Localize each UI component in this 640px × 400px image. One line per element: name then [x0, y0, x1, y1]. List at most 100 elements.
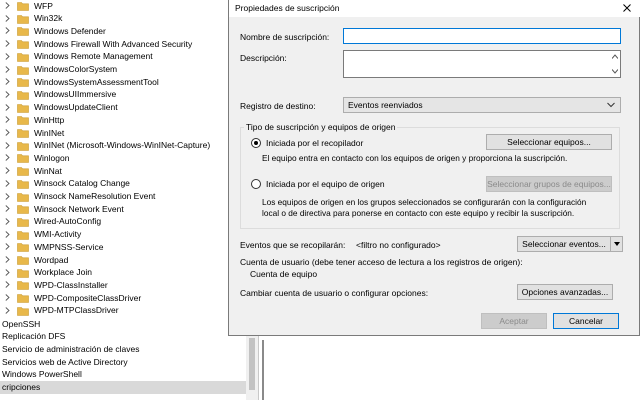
tree-item-label: Windows Defender: [34, 25, 106, 36]
folder-icon: [17, 280, 29, 291]
chevron-right-icon[interactable]: [3, 268, 11, 276]
tree-item[interactable]: Servicios web de Active Directory: [0, 355, 248, 368]
chevron-right-icon[interactable]: [3, 294, 11, 301]
chevron-right-icon[interactable]: [3, 256, 11, 263]
tree-item[interactable]: Windows Defender: [0, 24, 248, 37]
source-initiated-radio[interactable]: [251, 179, 261, 189]
tree-item-label: WinHttp: [34, 114, 65, 125]
chevron-right-icon[interactable]: [3, 306, 11, 314]
tree-item[interactable]: WPD-ClassInstaller: [0, 278, 248, 291]
tree-item[interactable]: Servicio de administración de claves: [0, 342, 248, 355]
tree-item[interactable]: Winsock NameResolution Event: [0, 190, 248, 203]
caret-down-icon: [613, 242, 620, 246]
tree-item-label: WPD-ClassInstaller: [34, 279, 108, 290]
folder-icon: [17, 65, 29, 75]
close-button[interactable]: [617, 1, 637, 15]
tree-item[interactable]: WindowsColorSystem: [0, 63, 248, 76]
advanced-options-button[interactable]: Opciones avanzadas...: [517, 284, 613, 300]
tree-item[interactable]: WinINet (Microsoft-Windows-WinINet-Captu…: [0, 139, 248, 152]
chevron-right-icon[interactable]: [3, 27, 11, 35]
chevron-right-icon[interactable]: [3, 52, 11, 60]
tree-scrollbar-thumb[interactable]: [249, 338, 255, 390]
cancel-button[interactable]: Cancelar: [553, 313, 619, 329]
tree-item[interactable]: WFP: [0, 0, 248, 12]
folder-icon: [17, 115, 29, 126]
tree-item[interactable]: Workplace Join: [0, 266, 248, 279]
tree-item[interactable]: Winlogon: [0, 151, 248, 164]
tree-item[interactable]: Windows Remote Management: [0, 50, 248, 63]
chevron-right-icon[interactable]: [3, 205, 11, 213]
subscription-name-input[interactable]: [344, 29, 620, 43]
tree-item[interactable]: Wired-AutoConfig: [0, 215, 248, 228]
tree-item[interactable]: WindowsUIImmersive: [0, 88, 248, 101]
tree-item-label: WFP: [34, 0, 53, 11]
chevron-right-icon[interactable]: [3, 281, 11, 289]
select-events-button[interactable]: Seleccionar eventos...: [517, 236, 611, 252]
source-initiated-description-line1: Los equipos de origen en los grupos sele…: [262, 197, 587, 207]
chevron-right-icon[interactable]: [3, 116, 11, 124]
tree-item-label: Wordpad: [34, 254, 69, 265]
destination-log-select[interactable]: Eventos reenviados: [343, 97, 621, 113]
user-account-label: Cuenta de usuario (debe tener acceso de …: [240, 257, 523, 267]
chevron-right-icon[interactable]: [3, 78, 11, 86]
tree-item[interactable]: WMI-Activity: [0, 228, 248, 241]
chevron-right-icon[interactable]: [3, 40, 11, 47]
chevron-right-icon[interactable]: [3, 192, 11, 200]
chevron-right-icon[interactable]: [3, 243, 11, 251]
select-events-split-button: Seleccionar eventos...: [517, 236, 623, 252]
folder-icon: [17, 153, 29, 164]
scroll-down-icon[interactable]: [612, 69, 618, 74]
tree-item[interactable]: Wordpad: [0, 253, 248, 266]
chevron-right-icon[interactable]: [3, 218, 11, 225]
chevron-right-icon[interactable]: [3, 91, 11, 98]
select-computer-groups-button[interactable]: Seleccionar grupos de equipos...: [486, 176, 612, 192]
tree-item[interactable]: Win32k: [0, 12, 248, 25]
tree-item[interactable]: Replicación DFS: [0, 330, 248, 343]
folder-icon: [17, 141, 29, 151]
chevron-right-icon[interactable]: [3, 103, 11, 111]
chevron-right-icon[interactable]: [3, 141, 11, 149]
description-field[interactable]: [343, 50, 621, 78]
tree-item[interactable]: WinINet: [0, 126, 248, 139]
tree-item[interactable]: Windows Firewall With Advanced Security: [0, 37, 248, 50]
chevron-right-icon[interactable]: [3, 65, 11, 73]
accept-button[interactable]: Aceptar: [481, 313, 547, 329]
chevron-right-icon[interactable]: [3, 129, 11, 136]
folder-icon: [17, 242, 29, 253]
chevron-right-icon[interactable]: [3, 14, 11, 22]
tree-item[interactable]: Winsock Network Event: [0, 202, 248, 215]
select-computers-button[interactable]: Seleccionar equipos...: [486, 134, 612, 150]
chevron-right-icon[interactable]: [3, 154, 11, 162]
chevron-right-icon[interactable]: [3, 230, 11, 238]
tree-item[interactable]: WindowsSystemAssessmentTool: [0, 75, 248, 88]
tree-item[interactable]: Windows PowerShell: [0, 368, 248, 381]
subscription-name-field[interactable]: [343, 28, 621, 44]
tree-item[interactable]: WPD-MTPClassDriver: [0, 304, 248, 317]
tree-item[interactable]: OpenSSH: [0, 317, 248, 330]
tree-item[interactable]: Winsock Catalog Change: [0, 177, 248, 190]
chevron-right-icon[interactable]: [3, 167, 11, 174]
scroll-up-icon[interactable]: [612, 54, 618, 59]
tree-item[interactable]: WindowsUpdateClient: [0, 101, 248, 114]
source-initiated-label[interactable]: Iniciada por el equipo de origen: [266, 179, 385, 189]
tree-item[interactable]: WMPNSS-Service: [0, 240, 248, 253]
dialog-titlebar[interactable]: Propiedades de suscripción: [229, 0, 640, 17]
subscription-type-group-title: Tipo de suscripción y equipos de origen: [244, 122, 398, 132]
collector-initiated-label[interactable]: Iniciada por el recopilador: [266, 138, 363, 148]
tree-item-label: WindowsUIImmersive: [34, 89, 117, 100]
event-viewer-tree: WFP Win32k Windows Defender Windows Firewal…: [0, 0, 248, 400]
collector-initiated-radio[interactable]: [251, 138, 261, 148]
tree-item[interactable]: WinNat: [0, 164, 248, 177]
tree-item-label: Windows Firewall With Advanced Security: [34, 38, 193, 49]
chevron-right-icon[interactable]: [3, 179, 11, 187]
tree-item-label: Wired-AutoConfig: [34, 216, 102, 227]
tree-item[interactable]: cripciones: [0, 380, 248, 394]
user-account-value: Cuenta de equipo: [250, 269, 318, 279]
dialog-title: Propiedades de suscripción: [235, 3, 340, 13]
right-pane: [258, 336, 640, 400]
tree-item[interactable]: WinHttp: [0, 113, 248, 126]
select-events-dropdown-button[interactable]: [611, 236, 623, 252]
chevron-right-icon[interactable]: [3, 2, 11, 9]
folder-icon: [17, 90, 29, 100]
tree-item[interactable]: WPD-CompositeClassDriver: [0, 291, 248, 304]
